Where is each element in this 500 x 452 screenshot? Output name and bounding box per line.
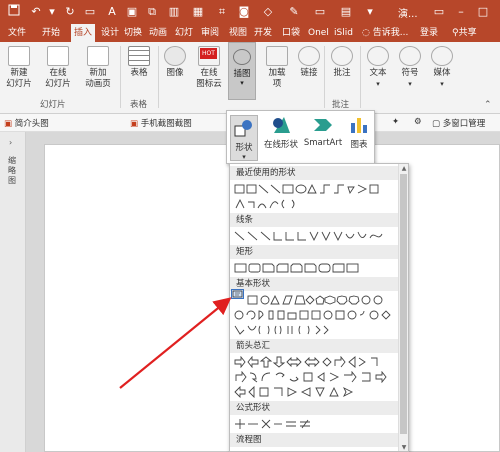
annotation-arrow (119, 297, 232, 389)
